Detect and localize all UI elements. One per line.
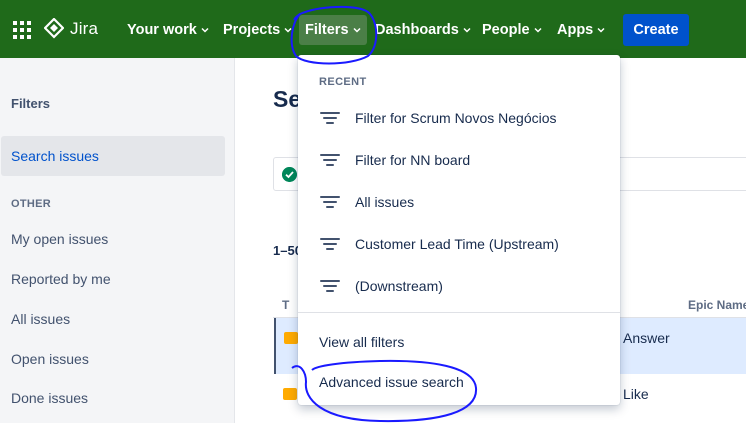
nav-apps[interactable]: Apps <box>551 15 611 45</box>
nav-dashboards[interactable]: Dashboards <box>369 15 477 45</box>
sidebar-title: Filters <box>11 96 51 111</box>
recent-heading: RECENT <box>319 76 367 88</box>
recent-filter-item[interactable]: Customer Lead Time (Upstream) <box>298 224 620 264</box>
jira-logo-icon <box>44 18 64 39</box>
sidebar-item-my-open-issues[interactable]: My open issues <box>11 231 108 247</box>
story-icon <box>283 388 297 400</box>
epic-name-cell: Answer <box>623 330 670 346</box>
nav-projects-label: Projects <box>223 22 281 38</box>
page-title: Se <box>273 86 302 112</box>
dropdown-divider <box>298 312 620 313</box>
create-button[interactable]: Create <box>623 14 689 46</box>
nav-filters[interactable]: Filters <box>299 15 367 45</box>
sidebar-item-reported-by-me[interactable]: Reported by me <box>11 271 111 287</box>
nav-apps-label: Apps <box>557 22 594 38</box>
app-switcher-icon[interactable] <box>13 21 31 39</box>
nav-people[interactable]: People <box>476 15 548 45</box>
chevron-down-icon <box>284 27 292 33</box>
sidebar-section-heading: OTHER <box>11 198 51 210</box>
nav-your-work-label: Your work <box>127 22 197 38</box>
check-circle-icon <box>282 167 297 182</box>
sidebar-item-label: Search issues <box>11 148 99 164</box>
recent-filter-item[interactable]: Filter for NN board <box>298 140 620 180</box>
advanced-issue-search-link[interactable]: Advanced issue search <box>319 374 464 390</box>
filter-icon <box>320 236 340 252</box>
nav-filters-label: Filters <box>305 22 349 38</box>
column-header-epic-name[interactable]: Epic Name <box>688 298 746 312</box>
chevron-down-icon <box>201 27 209 33</box>
sidebar: Filters Search issues OTHER My open issu… <box>0 58 235 423</box>
filter-icon <box>320 110 340 126</box>
chevron-down-icon <box>534 27 542 33</box>
recent-filter-label: Customer Lead Time (Upstream) <box>355 236 559 252</box>
column-header-type[interactable]: T <box>282 298 289 312</box>
view-all-filters-link[interactable]: View all filters <box>319 334 404 350</box>
recent-filter-label: Filter for Scrum Novos Negócios <box>355 110 557 126</box>
sidebar-item-open-issues[interactable]: Open issues <box>11 351 89 367</box>
chevron-down-icon <box>463 27 471 33</box>
recent-filter-label: (Downstream) <box>355 278 443 294</box>
top-navigation: Jira Your work Projects Filters Dashboar… <box>0 0 746 58</box>
chevron-down-icon <box>597 27 605 33</box>
chevron-down-icon <box>352 27 361 33</box>
filters-dropdown: RECENT Filter for Scrum Novos Negócios F… <box>298 55 620 405</box>
sidebar-item-search-issues[interactable]: Search issues <box>1 136 225 176</box>
recent-filter-item[interactable]: All issues <box>298 182 620 222</box>
nav-projects[interactable]: Projects <box>217 15 298 45</box>
jira-logo[interactable]: Jira <box>44 18 98 40</box>
filter-icon <box>320 278 340 294</box>
filter-icon <box>320 152 340 168</box>
logo-text: Jira <box>70 19 99 38</box>
nav-dashboards-label: Dashboards <box>375 22 459 38</box>
nav-your-work[interactable]: Your work <box>121 15 215 45</box>
recent-filter-label: Filter for NN board <box>355 152 471 168</box>
nav-people-label: People <box>482 22 530 38</box>
sidebar-item-done-issues[interactable]: Done issues <box>11 390 88 406</box>
recent-filter-label: All issues <box>355 194 415 210</box>
epic-name-cell: Like <box>623 386 649 402</box>
recent-filter-item[interactable]: (Downstream) <box>298 266 620 306</box>
story-icon <box>284 332 298 344</box>
sidebar-item-all-issues[interactable]: All issues <box>11 311 70 327</box>
filter-icon <box>320 194 340 210</box>
recent-filter-item[interactable]: Filter for Scrum Novos Negócios <box>298 98 620 138</box>
